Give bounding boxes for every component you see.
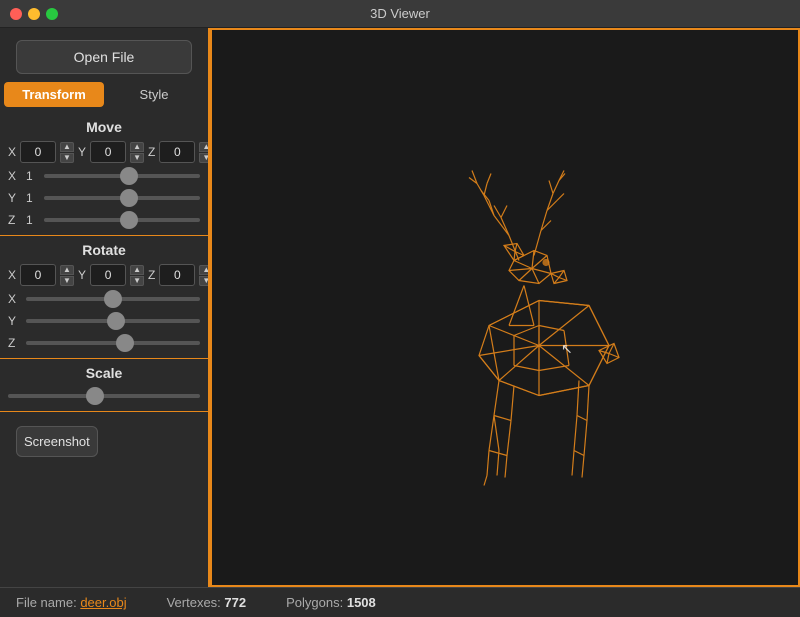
move-z-up[interactable]: ▲	[199, 142, 208, 152]
move-z-slider-label: Z	[8, 213, 20, 227]
sidebar-content: Move X ▲ ▼ Y ▲ ▼ Z ▲ ▼	[0, 115, 208, 587]
polygons-label: Polygons:	[286, 595, 343, 610]
open-file-button[interactable]: Open File	[16, 40, 192, 74]
move-x-slider-row: X 1	[8, 167, 200, 185]
move-x-up[interactable]: ▲	[60, 142, 74, 152]
polygons-section: Polygons: 1508	[286, 595, 376, 610]
move-y-slider-row: Y 1	[8, 189, 200, 207]
move-y-val: 1	[26, 191, 38, 205]
rotate-y-down[interactable]: ▼	[130, 276, 144, 286]
rotate-z-up[interactable]: ▲	[199, 265, 208, 275]
rotate-z-spinner[interactable]: ▲ ▼	[199, 265, 208, 286]
divider-3	[0, 411, 208, 412]
rotate-x-slider-label: X	[8, 292, 20, 306]
move-z-spinner[interactable]: ▲ ▼	[199, 142, 208, 163]
screenshot-button[interactable]: Screenshot	[16, 426, 98, 457]
rotate-x-up[interactable]: ▲	[60, 265, 74, 275]
window-title: 3D Viewer	[370, 6, 430, 21]
move-y-input[interactable]	[90, 141, 126, 163]
filename-section: File name: deer.obj	[16, 595, 127, 610]
move-z-down[interactable]: ▼	[199, 153, 208, 163]
vertexes-value: 772	[224, 595, 246, 610]
titlebar: 3D Viewer	[0, 0, 800, 28]
rotate-z-slider-label: Z	[8, 336, 20, 350]
move-y-up[interactable]: ▲	[130, 142, 144, 152]
main-layout: Open File Transform Style Move X ▲ ▼ Y ▲	[0, 28, 800, 587]
rotate-z-down[interactable]: ▼	[199, 276, 208, 286]
rotate-y-spinner[interactable]: ▲ ▼	[130, 265, 144, 286]
divider-2	[0, 358, 208, 359]
move-z-input[interactable]	[159, 141, 195, 163]
divider-1	[0, 235, 208, 236]
move-y-slider[interactable]	[44, 196, 200, 200]
move-y-spinner[interactable]: ▲ ▼	[130, 142, 144, 163]
rotate-x-spinner[interactable]: ▲ ▼	[60, 265, 74, 286]
rotate-x-input[interactable]	[20, 264, 56, 286]
rotate-xyz-row: X ▲ ▼ Y ▲ ▼ Z ▲ ▼	[8, 264, 200, 286]
rotate-y-label: Y	[78, 268, 86, 282]
tab-bar: Transform Style	[4, 82, 204, 107]
move-x-down[interactable]: ▼	[60, 153, 74, 163]
rotate-y-slider-container	[26, 312, 200, 330]
move-y-down[interactable]: ▼	[130, 153, 144, 163]
rotate-section-label: Rotate	[0, 242, 208, 258]
move-xyz-row: X ▲ ▼ Y ▲ ▼ Z ▲ ▼	[8, 141, 200, 163]
rotate-y-slider[interactable]	[26, 319, 200, 323]
move-y-label: Y	[78, 145, 86, 159]
rotate-z-slider[interactable]	[26, 341, 200, 345]
move-z-slider[interactable]	[44, 218, 200, 222]
deer-svg: ↖	[369, 105, 709, 505]
window-controls	[10, 8, 58, 20]
move-z-val: 1	[26, 213, 38, 227]
scale-slider[interactable]	[8, 394, 200, 398]
svg-text:↖: ↖	[561, 340, 573, 356]
move-x-spinner[interactable]: ▲ ▼	[60, 142, 74, 163]
rotate-x-slider-row: X	[8, 290, 200, 308]
move-x-slider-label: X	[8, 169, 20, 183]
rotate-x-label: X	[8, 268, 16, 282]
viewport[interactable]: ↖	[210, 28, 800, 587]
rotate-x-slider[interactable]	[26, 297, 200, 301]
rotate-x-down[interactable]: ▼	[60, 276, 74, 286]
scale-slider-container	[8, 387, 200, 405]
move-x-val: 1	[26, 169, 38, 183]
move-section-label: Move	[0, 119, 208, 135]
polygons-value: 1508	[347, 595, 376, 610]
rotate-y-slider-row: Y	[8, 312, 200, 330]
scale-section-label: Scale	[0, 365, 208, 381]
move-x-slider-container	[44, 167, 200, 185]
move-x-label: X	[8, 145, 16, 159]
tab-transform[interactable]: Transform	[4, 82, 104, 107]
move-x-slider[interactable]	[44, 174, 200, 178]
move-y-slider-container	[44, 189, 200, 207]
rotate-z-slider-container	[26, 334, 200, 352]
move-y-slider-label: Y	[8, 191, 20, 205]
rotate-x-slider-container	[26, 290, 200, 308]
rotate-y-input[interactable]	[90, 264, 126, 286]
minimize-button[interactable]	[28, 8, 40, 20]
move-z-slider-row: Z 1	[8, 211, 200, 229]
statusbar: File name: deer.obj Vertexes: 772 Polygo…	[0, 587, 800, 617]
rotate-y-up[interactable]: ▲	[130, 265, 144, 275]
rotate-z-input[interactable]	[159, 264, 195, 286]
move-z-slider-container	[44, 211, 200, 229]
move-z-label: Z	[148, 145, 155, 159]
deer-wireframe: ↖	[369, 105, 709, 510]
sidebar: Open File Transform Style Move X ▲ ▼ Y ▲	[0, 28, 210, 587]
tab-style[interactable]: Style	[104, 82, 204, 107]
scale-slider-row	[8, 387, 200, 405]
filename-link[interactable]: deer.obj	[80, 595, 126, 610]
move-x-input[interactable]	[20, 141, 56, 163]
close-button[interactable]	[10, 8, 22, 20]
rotate-z-label: Z	[148, 268, 155, 282]
rotate-z-slider-row: Z	[8, 334, 200, 352]
vertexes-label: Vertexes:	[167, 595, 221, 610]
rotate-y-slider-label: Y	[8, 314, 20, 328]
maximize-button[interactable]	[46, 8, 58, 20]
vertexes-section: Vertexes: 772	[167, 595, 247, 610]
filename-label: File name:	[16, 595, 77, 610]
